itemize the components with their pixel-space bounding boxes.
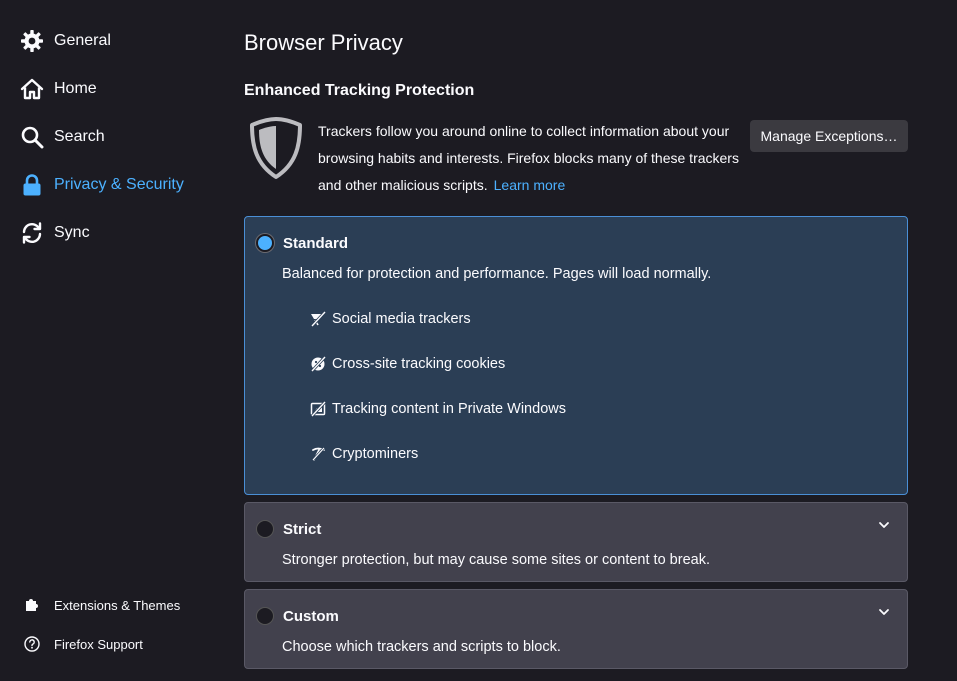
puzzle-icon bbox=[22, 595, 42, 615]
tracking-content-icon bbox=[309, 400, 327, 418]
sidebar-item-privacy-security[interactable]: Privacy & Security bbox=[20, 169, 184, 201]
feature-label: Cross-site tracking cookies bbox=[332, 356, 506, 372]
manage-exceptions-button[interactable]: Manage Exceptions… bbox=[750, 120, 908, 152]
sidebar-item-label: Firefox Support bbox=[54, 636, 143, 652]
sidebar-item-label: Sync bbox=[54, 224, 90, 241]
chevron-down-icon[interactable] bbox=[877, 605, 891, 619]
learn-more-link[interactable]: Learn more bbox=[494, 177, 566, 193]
sidebar-item-search[interactable]: Search bbox=[20, 121, 105, 153]
lock-icon bbox=[20, 173, 44, 197]
feature-tracking-content-private: Tracking content in Private Windows bbox=[309, 399, 566, 419]
gear-icon bbox=[20, 29, 44, 53]
strict-radio[interactable] bbox=[256, 520, 274, 538]
custom-option-card[interactable]: Custom Choose which trackers and scripts… bbox=[244, 589, 908, 669]
sidebar-item-label: Home bbox=[54, 80, 97, 97]
cryptominer-icon bbox=[309, 445, 327, 463]
chevron-down-icon[interactable] bbox=[877, 518, 891, 532]
strict-description: Stronger protection, but may cause some … bbox=[282, 552, 710, 568]
strict-option-card[interactable]: Strict Stronger protection, but may caus… bbox=[244, 502, 908, 582]
standard-label[interactable]: Standard bbox=[283, 235, 348, 252]
social-tracker-icon bbox=[309, 310, 327, 328]
sidebar-item-label: Search bbox=[54, 128, 105, 145]
sidebar-item-label: General bbox=[54, 32, 111, 49]
etp-intro: Trackers follow you around online to col… bbox=[318, 118, 748, 199]
feature-label: Tracking content in Private Windows bbox=[332, 401, 566, 417]
sidebar: General Home Search Privacy & Security S… bbox=[0, 0, 230, 681]
standard-radio[interactable] bbox=[256, 234, 274, 252]
shield-icon bbox=[248, 116, 304, 180]
sync-icon bbox=[20, 221, 44, 245]
feature-label: Cryptominers bbox=[332, 446, 419, 462]
sidebar-item-extensions-themes[interactable]: Extensions & Themes bbox=[22, 593, 180, 617]
custom-label[interactable]: Custom bbox=[283, 608, 339, 625]
search-icon bbox=[20, 125, 44, 149]
sidebar-item-general[interactable]: General bbox=[20, 25, 111, 57]
section-title: Enhanced Tracking Protection bbox=[244, 82, 475, 99]
feature-social-media-trackers: Social media trackers bbox=[309, 309, 471, 329]
feature-cross-site-cookies: Cross-site tracking cookies bbox=[309, 354, 505, 374]
sidebar-item-label: Privacy & Security bbox=[54, 176, 184, 193]
strict-label[interactable]: Strict bbox=[283, 521, 321, 538]
sidebar-item-home[interactable]: Home bbox=[20, 73, 97, 105]
page-title: Browser Privacy bbox=[244, 30, 403, 55]
sidebar-item-label: Extensions & Themes bbox=[54, 597, 181, 613]
standard-option-card[interactable]: Standard Balanced for protection and per… bbox=[244, 216, 908, 495]
standard-description: Balanced for protection and performance.… bbox=[282, 266, 712, 282]
sidebar-item-firefox-support[interactable]: Firefox Support bbox=[22, 632, 143, 656]
feature-cryptominers: Cryptominers bbox=[309, 444, 418, 464]
feature-label: Social media trackers bbox=[332, 311, 471, 327]
cookie-icon bbox=[309, 355, 327, 373]
custom-description: Choose which trackers and scripts to blo… bbox=[282, 639, 561, 655]
sidebar-item-sync[interactable]: Sync bbox=[20, 217, 90, 249]
home-icon bbox=[20, 77, 44, 101]
help-icon bbox=[22, 634, 42, 654]
custom-radio[interactable] bbox=[256, 607, 274, 625]
